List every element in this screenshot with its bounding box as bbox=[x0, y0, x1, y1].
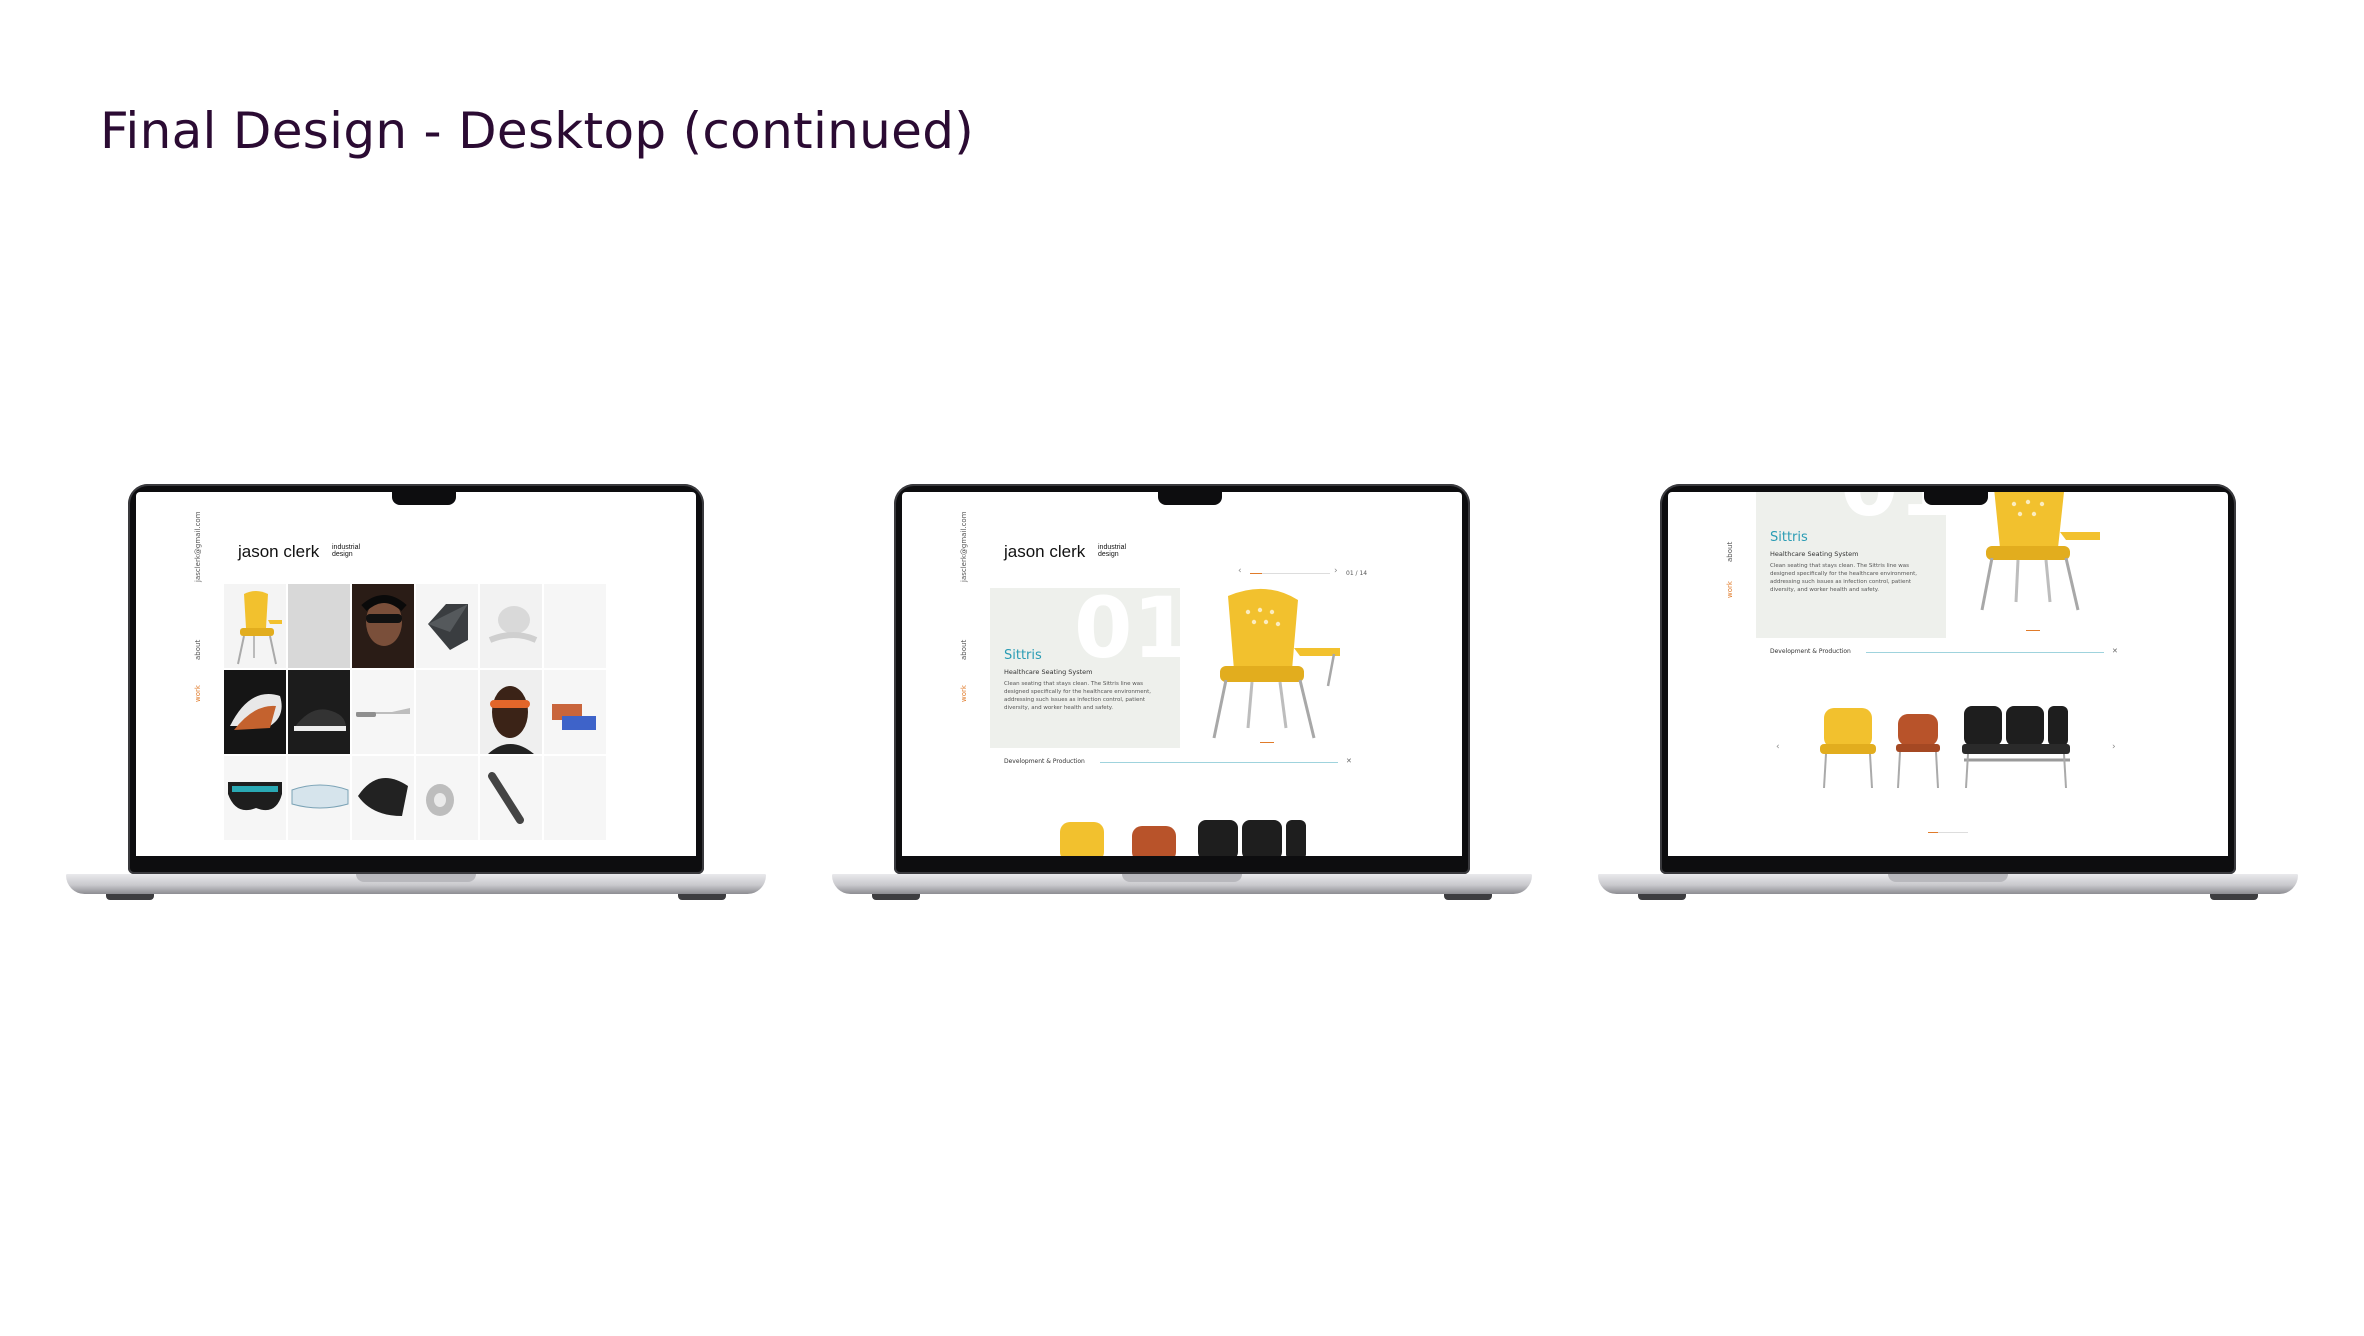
chair-lineup bbox=[1820, 706, 2070, 789]
knife-thumbnail bbox=[356, 708, 410, 717]
laptop-home: jasclerk@gmail.com about work jason cler… bbox=[66, 484, 766, 908]
nav-about[interactable]: about bbox=[194, 640, 202, 660]
laptop-foot bbox=[1638, 894, 1686, 900]
chevron-left-icon[interactable]: ‹ bbox=[1776, 742, 1780, 752]
nav-about[interactable]: about bbox=[1726, 542, 1734, 562]
project-subtitle: Healthcare Seating System bbox=[1004, 668, 1093, 676]
camera-notch bbox=[1924, 492, 1988, 505]
chevron-left-icon[interactable]: ‹ bbox=[1238, 566, 1242, 576]
screen-project-scrolled: about work 01 Sittris Healthcare Seating… bbox=[1668, 492, 2228, 856]
laptop-foot bbox=[2210, 894, 2258, 900]
color-blocks-thumbnail bbox=[552, 704, 596, 730]
chevron-right-icon[interactable]: › bbox=[2112, 742, 2116, 752]
nav-work[interactable]: work bbox=[1726, 581, 1734, 598]
camera-notch bbox=[1158, 492, 1222, 505]
laptop-lid: about work 01 Sittris Healthcare Seating… bbox=[1660, 484, 2236, 874]
screen-home: jasclerk@gmail.com about work jason cler… bbox=[136, 492, 696, 856]
project-grid bbox=[224, 584, 606, 840]
project-title: Sittris bbox=[1770, 530, 1808, 545]
project-tile[interactable] bbox=[480, 756, 542, 840]
image-indicator bbox=[2026, 630, 2040, 631]
image-indicator bbox=[1260, 742, 1274, 743]
laptop-foot bbox=[678, 894, 726, 900]
white-object-thumbnail bbox=[488, 606, 538, 643]
pager-progress bbox=[1250, 573, 1262, 574]
chevron-right-icon[interactable]: › bbox=[1334, 566, 1338, 576]
laptop-foot bbox=[106, 894, 154, 900]
site-logo-subtitle: industrial design bbox=[332, 544, 361, 558]
project-tile[interactable] bbox=[224, 584, 286, 668]
project-tile[interactable] bbox=[288, 584, 350, 668]
close-icon[interactable]: ✕ bbox=[1346, 757, 1352, 765]
laptop-foot bbox=[1444, 894, 1492, 900]
pager-count: 01 / 14 bbox=[1346, 570, 1368, 577]
yellow-chair-image bbox=[1212, 588, 1340, 739]
laptop-base-groove bbox=[1122, 874, 1242, 882]
site-logo[interactable]: jason clerk bbox=[1004, 542, 1085, 562]
project-tile[interactable] bbox=[288, 756, 350, 840]
project-tile[interactable] bbox=[352, 670, 414, 754]
project-title: Sittris bbox=[1004, 648, 1042, 663]
page-title: Final Design - Desktop (continued) bbox=[100, 102, 975, 160]
pager-track bbox=[1250, 573, 1330, 574]
running-shoe-thumbnail bbox=[358, 778, 408, 816]
close-icon[interactable]: ✕ bbox=[2112, 647, 2118, 655]
project-card: 01 Sittris Healthcare Seating System Cle… bbox=[990, 586, 1191, 748]
project-tile[interactable] bbox=[416, 670, 478, 754]
safety-glasses-thumbnail bbox=[291, 784, 349, 809]
yellow-chair-image bbox=[1980, 492, 2100, 611]
laptop-lid: jasclerk@gmail.com about work jason cler… bbox=[128, 484, 704, 874]
goggles-thumbnail bbox=[228, 782, 282, 811]
section-label: Development & Production bbox=[1004, 758, 1085, 765]
project-tile[interactable] bbox=[224, 756, 286, 840]
laptop-lid: jasclerk@gmail.com about work jason cler… bbox=[894, 484, 1470, 874]
sneaker-thumbnail bbox=[294, 709, 346, 731]
dark-device-thumbnail bbox=[428, 604, 468, 650]
project-tile[interactable] bbox=[544, 670, 606, 754]
project-tile[interactable] bbox=[480, 670, 542, 754]
project-tile[interactable] bbox=[224, 670, 286, 754]
metal-roll-thumbnail bbox=[426, 784, 454, 816]
project-tile[interactable] bbox=[544, 584, 606, 668]
laptop-base-groove bbox=[1888, 874, 2008, 882]
section-divider bbox=[1100, 762, 1338, 763]
project-number: 01 bbox=[1074, 579, 1191, 677]
project-tile[interactable] bbox=[480, 584, 542, 668]
site-logo-subtitle: industrial design bbox=[1098, 544, 1127, 558]
sunglasses-portrait-thumbnail bbox=[361, 595, 407, 646]
site-logo[interactable]: jason clerk bbox=[238, 542, 319, 562]
project-tile[interactable] bbox=[416, 756, 478, 840]
nav-about[interactable]: about bbox=[960, 640, 968, 660]
athlete-portrait-thumbnail bbox=[488, 686, 534, 754]
project-tile[interactable] bbox=[352, 584, 414, 668]
email-link[interactable]: jasclerk@gmail.com bbox=[960, 511, 968, 582]
project-subtitle: Healthcare Seating System bbox=[1770, 550, 1859, 558]
nav-work[interactable]: work bbox=[960, 685, 968, 702]
section-label: Development & Production bbox=[1770, 648, 1851, 655]
chair-thumbnail bbox=[237, 591, 282, 665]
shoe-sole-thumbnail bbox=[230, 694, 282, 730]
email-link[interactable]: jasclerk@gmail.com bbox=[194, 511, 202, 582]
project-tile[interactable] bbox=[288, 670, 350, 754]
chair-lineup-preview bbox=[1060, 820, 1306, 856]
carousel-progress bbox=[1928, 832, 1938, 833]
laptop-base-groove bbox=[356, 874, 476, 882]
project-description: Clean seating that stays clean. The Sitt… bbox=[1770, 563, 1918, 593]
laptop-project: jasclerk@gmail.com about work jason cler… bbox=[832, 484, 1532, 908]
section-divider bbox=[1866, 652, 2104, 653]
camera-notch bbox=[392, 492, 456, 505]
laptop-project-scrolled: about work 01 Sittris Healthcare Seating… bbox=[1598, 484, 2298, 908]
project-description: Clean seating that stays clean. The Sitt… bbox=[1004, 681, 1152, 711]
project-tile[interactable] bbox=[544, 756, 606, 840]
nav-work[interactable]: work bbox=[194, 685, 202, 702]
project-card: 01 Sittris Healthcare Seating System Cle… bbox=[1756, 492, 1957, 638]
project-tile[interactable] bbox=[416, 584, 478, 668]
screen-project: jasclerk@gmail.com about work jason cler… bbox=[902, 492, 1462, 856]
laptop-foot bbox=[872, 894, 920, 900]
handle-thumbnail bbox=[488, 772, 524, 824]
project-tile[interactable] bbox=[352, 756, 414, 840]
